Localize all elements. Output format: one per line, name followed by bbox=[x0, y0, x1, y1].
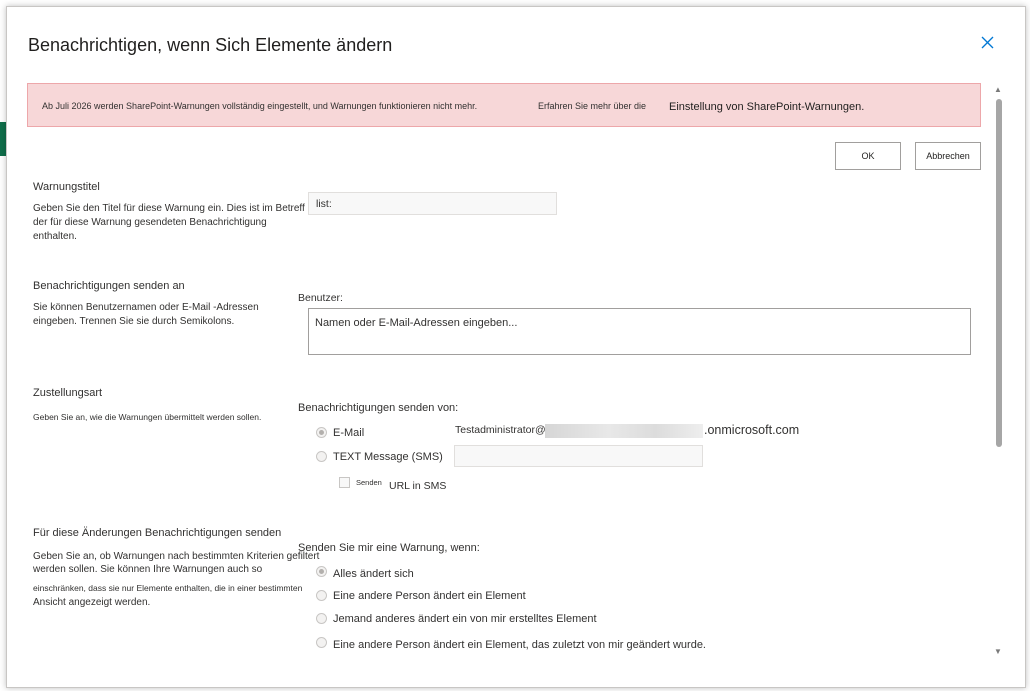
email-address-redacted bbox=[545, 424, 703, 438]
changes-description-2: einschränken, dass sie nur Elemente enth… bbox=[33, 583, 303, 593]
ok-button[interactable]: OK bbox=[835, 142, 901, 170]
scroll-up-icon[interactable]: ▲ bbox=[994, 85, 1002, 94]
email-label: E-Mail bbox=[333, 427, 365, 439]
dialog-title: Benachrichtigen, wenn Sich Elemente ände… bbox=[28, 35, 393, 55]
cancel-button[interactable]: Abbrechen bbox=[915, 142, 981, 170]
changes-heading: Für diese Änderungen Benachrichtigungen … bbox=[33, 527, 282, 539]
alert-title-description: Geben Sie den Titel für diese Warnung ei… bbox=[33, 203, 305, 242]
sms-number-input[interactable] bbox=[454, 445, 703, 467]
delivery-heading: Zustellungsart bbox=[33, 387, 103, 399]
alert-title-input[interactable]: list: bbox=[308, 192, 557, 215]
email-suffix: .onmicrosoft.com bbox=[704, 423, 800, 437]
deprecation-banner: Ab Juli 2026 werden SharePoint-Warnungen… bbox=[27, 83, 981, 127]
alert-when-prompt: Senden Sie mir eine Warnung, wenn: bbox=[298, 542, 480, 554]
changes-description-3: Ansicht angezeigt werden. bbox=[33, 597, 151, 608]
send-to-heading: Benachrichtigungen senden an bbox=[33, 280, 185, 292]
banner-message: Ab Juli 2026 werden SharePoint-Warnungen… bbox=[42, 101, 478, 111]
users-label: Benutzer: bbox=[298, 292, 343, 304]
send-url-checkbox[interactable] bbox=[339, 477, 350, 488]
option-radio-modified-by-me[interactable] bbox=[316, 637, 327, 648]
scroll-down-icon[interactable]: ▼ bbox=[994, 647, 1002, 656]
send-to-description: Sie können Benutzernamen oder E-Mail -Ad… bbox=[33, 302, 259, 327]
option-radio-created-by-me[interactable] bbox=[316, 613, 327, 624]
alert-title-heading: Warnungstitel bbox=[33, 181, 100, 193]
option-label-created-by-me: Jemand anderes ändert ein von mir erstel… bbox=[333, 613, 597, 625]
banner-link[interactable]: Einstellung von SharePoint-Warnungen. bbox=[669, 101, 864, 113]
changes-description-1: Geben Sie an, ob Warnungen nach bestimmt… bbox=[33, 550, 323, 576]
email-prefix: Testadministrator@ bbox=[455, 424, 546, 436]
option-radio-other-changes[interactable] bbox=[316, 590, 327, 601]
option-label-other-changes: Eine andere Person ändert ein Element bbox=[333, 590, 526, 602]
banner-more-text: Erfahren Sie mehr über die bbox=[538, 101, 647, 111]
sms-radio[interactable] bbox=[316, 451, 327, 462]
delivery-description: Geben Sie an, wie die Warnungen übermitt… bbox=[33, 412, 262, 422]
option-radio-all[interactable] bbox=[316, 566, 327, 577]
email-radio[interactable] bbox=[316, 427, 327, 438]
option-label-modified-by-me: Eine andere Person ändert ein Element, d… bbox=[333, 639, 706, 651]
users-input[interactable]: Namen oder E-Mail-Adressen eingeben... bbox=[308, 308, 971, 355]
send-from-label: Benachrichtigungen senden von: bbox=[298, 402, 459, 414]
dialog-scrollbar[interactable]: ▲ ▼ bbox=[993, 85, 1005, 660]
option-label-all: Alles ändert sich bbox=[333, 568, 414, 580]
send-url-label: URL in SMS bbox=[389, 480, 447, 492]
send-url-small-label: Senden bbox=[356, 478, 382, 487]
close-icon[interactable] bbox=[978, 33, 998, 53]
scroll-thumb[interactable] bbox=[996, 99, 1002, 447]
changes-description-1-text: Geben Sie an, ob Warnungen nach bestimmt… bbox=[33, 551, 320, 575]
sms-label: TEXT Message (SMS) bbox=[333, 451, 443, 463]
